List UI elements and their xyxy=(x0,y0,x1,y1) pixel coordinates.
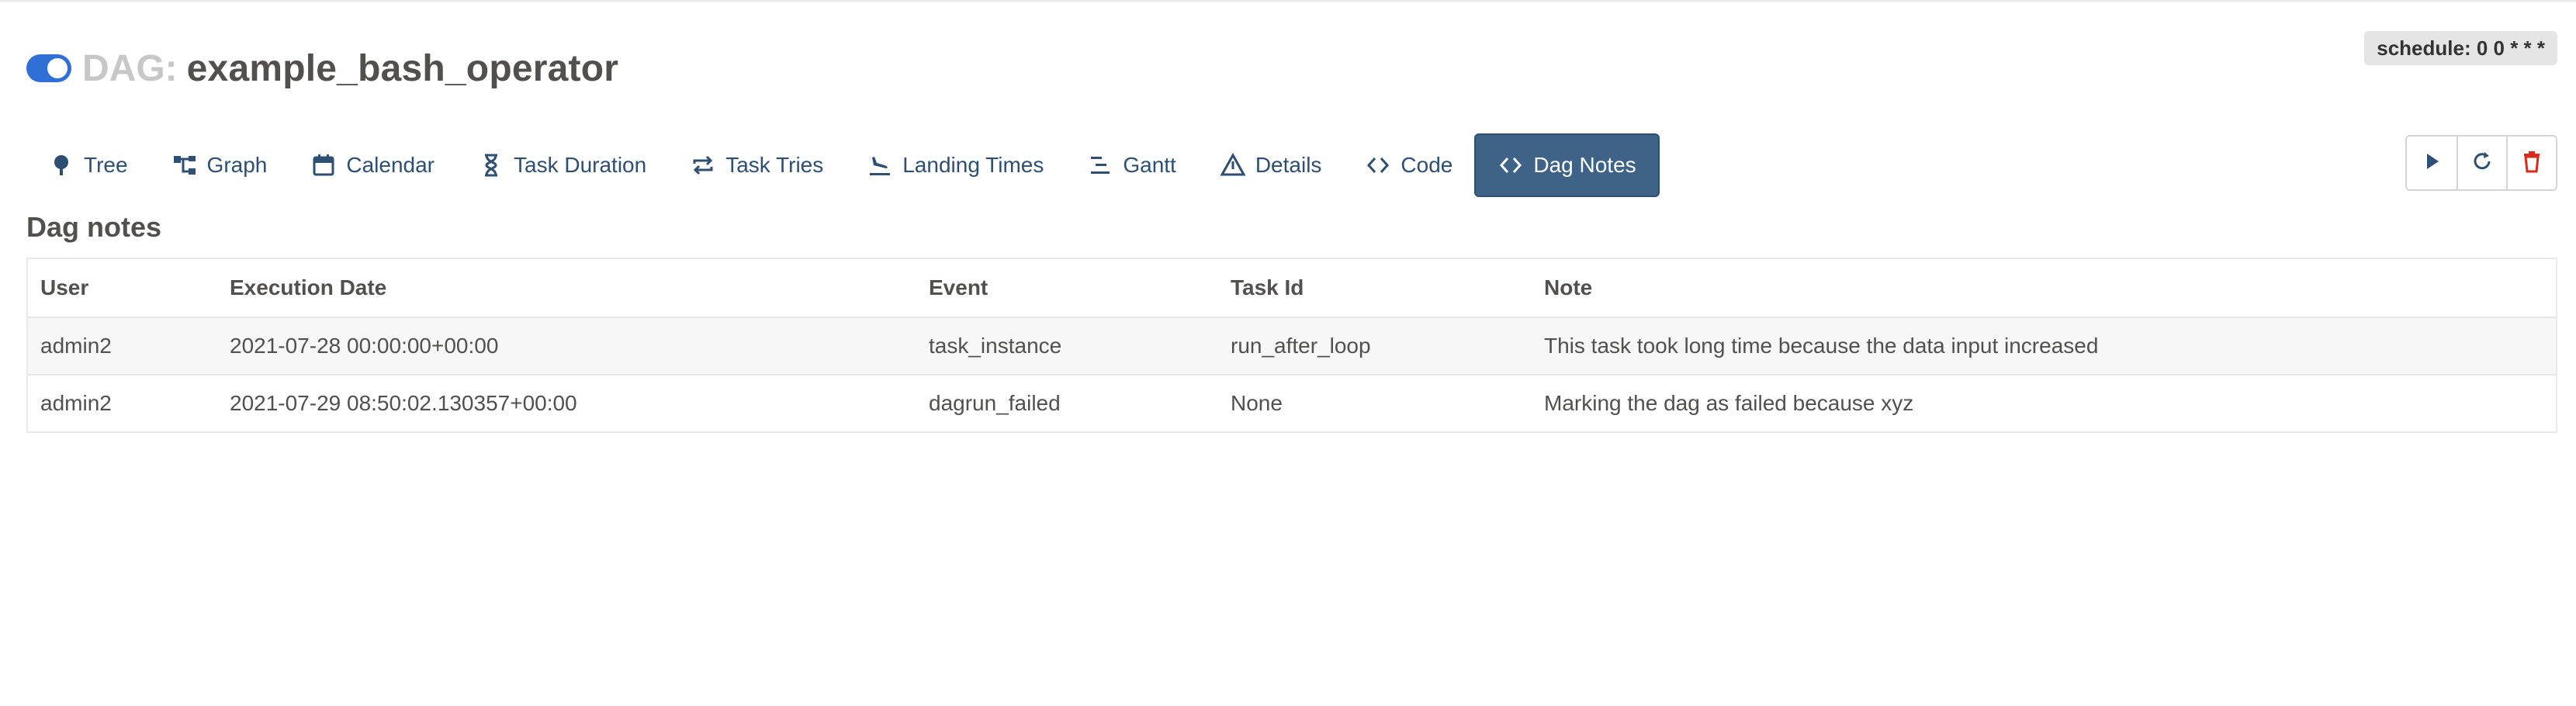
hourglass-icon xyxy=(478,152,504,178)
tab-label: Dag Notes xyxy=(1533,153,1636,177)
dag-header: DAG: example_bash_operator xyxy=(26,43,618,93)
table-row: admin2 2021-07-28 00:00:00+00:00 task_in… xyxy=(28,317,2556,374)
cell-execution-date: 2021-07-28 00:00:00+00:00 xyxy=(230,334,499,358)
refresh-button[interactable] xyxy=(2457,137,2506,189)
toggle-knob xyxy=(47,58,68,78)
tab-dag-notes[interactable]: Dag Notes xyxy=(1474,133,1660,197)
tab-code[interactable]: Code xyxy=(1343,133,1474,197)
tab-task-duration[interactable]: Task Duration xyxy=(456,133,668,197)
column-header-execution-date[interactable]: Execution Date xyxy=(217,275,916,300)
column-header-note[interactable]: Note xyxy=(1532,275,2556,300)
gantt-icon xyxy=(1087,152,1113,178)
tab-calendar[interactable]: Calendar xyxy=(289,133,456,197)
cell-task-id: run_after_loop xyxy=(1231,334,1371,358)
tab-label: Graph xyxy=(206,153,268,177)
table-header-row: User Execution Date Event Task Id Note xyxy=(28,259,2556,317)
dag-label: DAG: xyxy=(82,47,178,89)
schedule-badge: schedule: 0 0 * * * xyxy=(2364,31,2557,65)
dag-actions xyxy=(2405,135,2557,191)
plane-landing-icon xyxy=(867,152,893,178)
code-icon xyxy=(1497,152,1524,178)
trigger-dag-button[interactable] xyxy=(2407,137,2457,189)
dag-view-tabs: Tree Graph Calendar Task Duration Task T… xyxy=(26,133,1660,197)
tab-label: Landing Times xyxy=(902,153,1044,177)
play-icon xyxy=(2420,150,2443,177)
trash-icon xyxy=(2520,150,2543,177)
cell-note: This task took long time because the dat… xyxy=(1544,334,2099,358)
tree-icon xyxy=(48,152,74,178)
dag-notes-heading: Dag notes xyxy=(26,211,162,243)
cell-task-id: None xyxy=(1231,391,1283,415)
cell-event: dagrun_failed xyxy=(929,391,1061,415)
calendar-icon xyxy=(310,152,337,178)
tab-tree[interactable]: Tree xyxy=(26,133,150,197)
table-row: admin2 2021-07-29 08:50:02.130357+00:00 … xyxy=(28,374,2556,431)
tab-details[interactable]: Details xyxy=(1198,133,1344,197)
column-header-task-id[interactable]: Task Id xyxy=(1218,275,1532,300)
graph-icon xyxy=(171,152,198,178)
tab-gantt[interactable]: Gantt xyxy=(1065,133,1197,197)
cell-user: admin2 xyxy=(40,334,112,358)
retry-icon xyxy=(690,152,716,178)
cell-event: task_instance xyxy=(929,334,1062,358)
tab-label: Task Tries xyxy=(725,153,824,177)
cell-note: Marking the dag as failed because xyz xyxy=(1544,391,1914,415)
cell-user: admin2 xyxy=(40,391,112,415)
dag-pause-toggle[interactable] xyxy=(26,54,71,82)
warning-triangle-icon xyxy=(1220,152,1246,178)
cell-execution-date: 2021-07-29 08:50:02.130357+00:00 xyxy=(230,391,577,415)
tab-label: Code xyxy=(1401,153,1453,177)
dag-id-title: example_bash_operator xyxy=(186,47,619,89)
tab-label: Task Duration xyxy=(514,153,647,177)
tab-graph[interactable]: Graph xyxy=(150,133,289,197)
delete-dag-button[interactable] xyxy=(2506,137,2556,189)
top-shadow xyxy=(0,0,2576,3)
dag-notes-table: User Execution Date Event Task Id Note a… xyxy=(26,258,2557,433)
tab-label: Calendar xyxy=(346,153,435,177)
tab-task-tries[interactable]: Task Tries xyxy=(668,133,845,197)
tab-label: Details xyxy=(1255,153,1322,177)
refresh-icon xyxy=(2470,150,2494,177)
code-icon xyxy=(1365,152,1391,178)
column-header-user[interactable]: User xyxy=(28,275,217,300)
tab-landing-times[interactable]: Landing Times xyxy=(845,133,1065,197)
tab-label: Gantt xyxy=(1123,153,1176,177)
tab-label: Tree xyxy=(84,153,128,177)
column-header-event[interactable]: Event xyxy=(916,275,1218,300)
